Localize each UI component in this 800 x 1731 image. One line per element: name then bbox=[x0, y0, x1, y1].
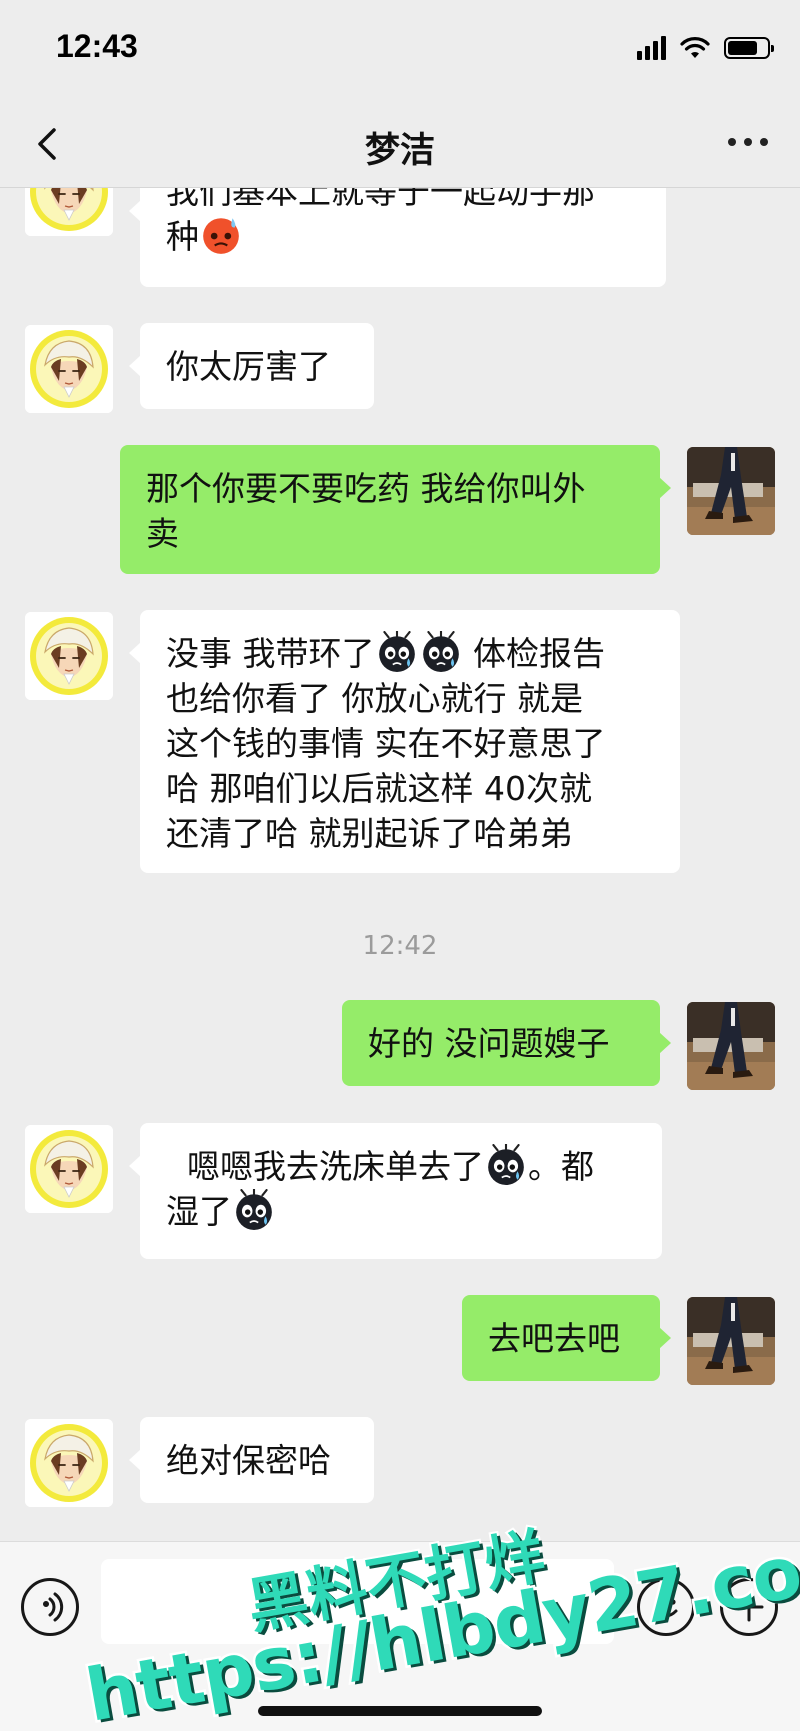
input-bar bbox=[0, 1541, 800, 1731]
my-avatar[interactable] bbox=[687, 447, 775, 535]
chat-title: 梦洁 bbox=[364, 131, 435, 171]
message-bubble-sent[interactable]: 去吧去吧 bbox=[462, 1295, 671, 1381]
battery-icon bbox=[724, 37, 774, 59]
contact-avatar[interactable] bbox=[25, 612, 113, 700]
message-text: 没事 我带环了 bbox=[166, 634, 375, 673]
message-text: 好的 没问题嫂子 bbox=[368, 1024, 610, 1063]
wifi-icon bbox=[680, 37, 710, 58]
message-bubble-received[interactable]: 嗯嗯我去洗床单去了 。都 湿了 bbox=[129, 1123, 662, 1259]
plus-icon[interactable] bbox=[720, 1578, 778, 1636]
message-bubble-sent[interactable]: 好的 没问题嫂子 bbox=[342, 1000, 671, 1086]
message-timestamp: 12:42 bbox=[0, 931, 800, 961]
message-text: 12:42 bbox=[362, 931, 438, 961]
message-bubble-received[interactable]: 绝对保密哈 bbox=[129, 1417, 374, 1503]
message-bubble-received[interactable]: 没事 我带环了 体检报告 也给你看了 你放心就行 就是 这个钱的事情 实在不好意… bbox=[129, 610, 680, 873]
home-indicator bbox=[258, 1706, 542, 1716]
contact-avatar[interactable] bbox=[25, 1419, 113, 1507]
message-text: 你太厉害了 bbox=[166, 347, 331, 386]
cellular-signal-icon bbox=[637, 36, 666, 60]
more-dots-icon[interactable] bbox=[728, 138, 768, 146]
message-text: 嗯嗯我去洗床单去了 bbox=[166, 1147, 484, 1186]
status-icons bbox=[637, 34, 774, 62]
crying-bomb-emoji bbox=[378, 631, 415, 672]
message-text: 去吧去吧 bbox=[488, 1319, 620, 1358]
message-bubble-received[interactable]: 你太厉害了 bbox=[129, 323, 374, 409]
contact-avatar[interactable] bbox=[25, 188, 113, 236]
contact-avatar[interactable] bbox=[25, 325, 113, 413]
status-bar: 12:43 bbox=[0, 0, 800, 100]
crying-bomb-emoji bbox=[488, 1144, 524, 1185]
voice-icon[interactable] bbox=[21, 1578, 79, 1636]
message-bubble-sent[interactable]: 那个你要不要吃药 我给你叫外 卖 bbox=[120, 445, 671, 574]
emoji-icon[interactable] bbox=[637, 1578, 695, 1636]
message-bubble-received[interactable]: 我们基本上就等于一起动手那 种 bbox=[129, 188, 666, 287]
crying-bomb-emoji bbox=[422, 631, 459, 672]
anxious-sweat-emoji bbox=[203, 218, 239, 254]
my-avatar[interactable] bbox=[687, 1297, 775, 1385]
message-text: 那个你要不要吃药 我给你叫外 卖 bbox=[146, 469, 586, 553]
my-avatar[interactable] bbox=[687, 1002, 775, 1090]
status-time: 12:43 bbox=[56, 28, 138, 64]
crying-bomb-emoji bbox=[236, 1189, 272, 1230]
chat-history[interactable]: 我们基本上就等于一起动手那 种 你太厉害了 那个你要不要吃药 我给你叫外 卖 没… bbox=[0, 188, 800, 1541]
nav-bar: 梦洁 bbox=[0, 100, 800, 188]
message-input[interactable] bbox=[101, 1559, 614, 1644]
contact-avatar[interactable] bbox=[25, 1125, 113, 1213]
message-text: 绝对保密哈 bbox=[166, 1441, 331, 1480]
